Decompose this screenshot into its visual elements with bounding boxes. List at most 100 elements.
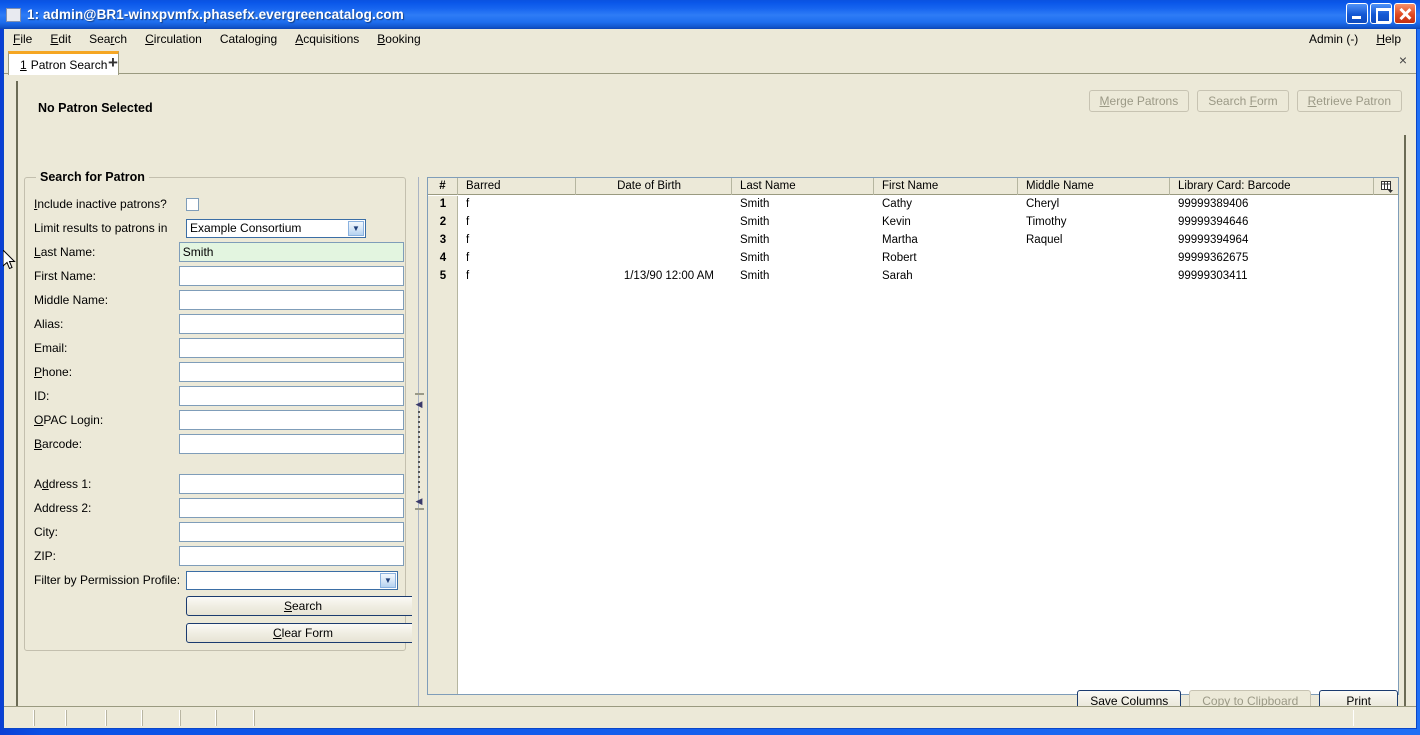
table-row[interactable]: 2 f Smith Kevin Timothy 99999394646 [428, 213, 1398, 231]
menu-booking[interactable]: Booking [368, 30, 429, 48]
grid-column-header-first-name[interactable]: First Name [874, 178, 1018, 195]
grid-body: 1 f Smith Cathy Cheryl 99999389406 2 f Smith Kevi… [428, 195, 1398, 285]
menu-search[interactable]: Search [80, 30, 136, 48]
application-window: 1: admin@BR1-winxpvmfx.phasefx.evergreen… [0, 0, 1420, 735]
label-limit-results: Limit results to patrons in [34, 221, 168, 235]
panel-splitter[interactable]: ◀ ◀ [412, 177, 426, 722]
zip-input[interactable] [178, 546, 404, 566]
last-name-input[interactable] [178, 242, 404, 262]
cell-first: Robert [882, 252, 917, 264]
cell-last: Smith [740, 252, 770, 264]
grid-column-header-date-of-birth[interactable]: Date of Birth [576, 178, 732, 195]
grid-column-header-[interactable]: # [428, 178, 458, 195]
splitter-cap-bottom [415, 508, 424, 510]
address2-input[interactable] [178, 498, 404, 518]
first-name-input[interactable] [178, 266, 404, 286]
window-controls [1346, 3, 1416, 24]
field-row-permission-profile: Filter by Permission Profile: ▼ [34, 568, 404, 592]
column-picker-icon[interactable] [1378, 179, 1396, 194]
phone-input[interactable] [178, 362, 404, 382]
menu-cataloging[interactable]: Cataloging [211, 30, 286, 48]
status-bar-cell-3 [66, 709, 106, 726]
field-row-opac-login: OPAC Login: [34, 408, 404, 432]
label-id: ID: [34, 389, 50, 403]
cell-barred: f [466, 252, 470, 264]
label-opac-login: OPAC Login: [34, 413, 104, 427]
maximize-button[interactable] [1370, 3, 1392, 24]
menu-file[interactable]: File [4, 30, 41, 48]
table-row[interactable]: 1 f Smith Cathy Cheryl 99999389406 [428, 195, 1398, 213]
cell-middle: Raquel [1026, 234, 1063, 246]
table-row[interactable]: 3 f Smith Martha Raquel 99999394964 [428, 231, 1398, 249]
menu-help[interactable]: Help [1367, 30, 1410, 48]
label-address1: Address 1: [34, 477, 92, 491]
menu-edit[interactable]: Edit [41, 30, 80, 48]
menu-bar: File Edit Search Circulation Cataloging … [4, 29, 1416, 49]
field-row-id: ID: [34, 384, 404, 408]
tab-bar: 1 Patron Search + × [4, 49, 1416, 75]
middle-name-input[interactable] [178, 290, 404, 310]
menu-admin[interactable]: Admin (-) [1300, 30, 1367, 48]
splitter-grip[interactable] [418, 411, 420, 495]
cell-barcode: 99999362675 [1178, 252, 1249, 264]
table-row[interactable]: 4 f Smith Robert 99999362675 [428, 249, 1398, 267]
include-inactive-checkbox[interactable] [186, 197, 199, 211]
patron-header-buttons: Merge Patrons Search Form Retrieve Patro… [1088, 90, 1402, 112]
email-input[interactable] [178, 338, 404, 358]
tab-accel-number: 1 [20, 57, 27, 72]
close-button[interactable] [1394, 3, 1416, 24]
id-input[interactable] [178, 386, 404, 406]
opac-login-input[interactable] [178, 410, 404, 430]
cell-barcode: 99999394646 [1178, 216, 1249, 228]
cell-last: Smith [740, 270, 770, 282]
status-bar-cell-2 [34, 709, 66, 726]
field-row-limit-results: Limit results to patrons in Example Cons… [34, 216, 404, 240]
grid-column-header-last-name[interactable]: Last Name [732, 178, 874, 195]
grid-column-header-middle-name[interactable]: Middle Name [1018, 178, 1170, 195]
grid-column-header-barred[interactable]: Barred [458, 178, 576, 195]
field-row-city: City: [34, 520, 404, 544]
cell-middle: Cheryl [1026, 198, 1060, 210]
search-form-button[interactable]: Search Form [1197, 90, 1289, 112]
label-phone: Phone: [34, 365, 73, 379]
clear-form-button[interactable]: Clear Form [186, 623, 420, 643]
barcode-input[interactable] [178, 434, 404, 454]
cell-dob [576, 231, 732, 249]
patron-status-label: No Patron Selected [38, 101, 153, 115]
table-row[interactable]: 5 f 1/13/90 12:00 AM Smith Sarah 99999303411 [428, 267, 1398, 285]
splitter-collapse-left-icon-2[interactable]: ◀ [415, 497, 423, 506]
limit-results-combo[interactable]: Example Consortium ▼ [186, 218, 366, 238]
alias-input[interactable] [178, 314, 404, 334]
menu-circulation[interactable]: Circulation [136, 30, 211, 48]
cell-dob: 1/13/90 12:00 AM [623, 270, 714, 282]
search-group-legend: Search for Patron [36, 170, 149, 184]
splitter-collapse-left-icon[interactable]: ◀ [415, 400, 423, 409]
label-zip: ZIP: [34, 549, 57, 563]
add-tab-icon[interactable]: + [103, 53, 123, 72]
permission-profile-combo[interactable]: ▼ [186, 570, 398, 590]
cell-barred: f [466, 270, 470, 282]
cell-barcode: 99999303411 [1178, 270, 1248, 282]
menu-acquisitions[interactable]: Acquisitions [286, 30, 368, 48]
cell-num: 3 [439, 234, 447, 246]
cell-num: 5 [439, 270, 447, 282]
grid-column-header-library-card-barcode[interactable]: Library Card: Barcode [1170, 178, 1374, 195]
chevron-down-icon: ▼ [348, 220, 364, 236]
label-alias: Alias: [34, 317, 64, 331]
merge-patrons-button[interactable]: Merge Patrons [1088, 90, 1190, 112]
grid-header-row: # Barred Date of Birth Last Name First Name M… [428, 178, 1398, 195]
column-picker-glyph [1380, 180, 1393, 193]
close-tab-icon[interactable]: × [1399, 52, 1407, 68]
label-first-name: First Name: [34, 269, 97, 283]
minimize-button[interactable] [1346, 3, 1368, 24]
cell-barred: f [466, 216, 470, 228]
window-title: 1: admin@BR1-winxpvmfx.phasefx.evergreen… [27, 7, 404, 22]
label-barcode: Barcode: [34, 437, 83, 451]
retrieve-patron-button[interactable]: Retrieve Patron [1296, 90, 1402, 112]
label-last-name: Last Name: [34, 245, 96, 259]
client-area: File Edit Search Circulation Cataloging … [3, 29, 1417, 729]
search-button[interactable]: Search [186, 596, 420, 616]
label-middle-name: Middle Name: [34, 293, 109, 307]
address1-input[interactable] [178, 474, 404, 494]
city-input[interactable] [178, 522, 404, 542]
